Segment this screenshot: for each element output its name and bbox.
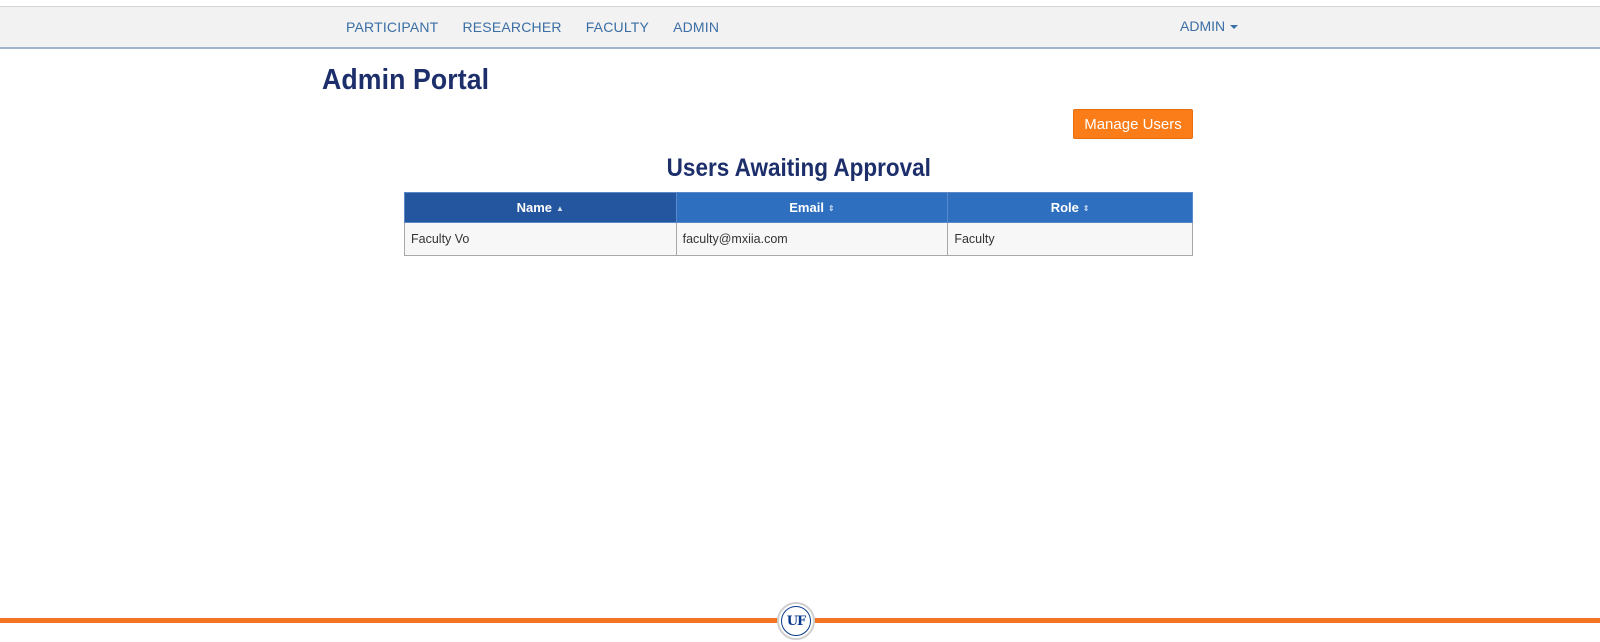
table-row[interactable]: Faculty Vo faculty@mxiia.com Faculty [404, 222, 1193, 256]
page-title: Admin Portal [322, 64, 490, 96]
column-header-role[interactable]: Role ⇕ [947, 192, 1193, 223]
column-header-role-label: Role [1050, 200, 1079, 215]
nav-link-researcher[interactable]: RESEARCHER [450, 7, 573, 48]
cell-name: Faculty Vo [404, 222, 677, 256]
table-header-row: Name ▲ Email ⇕ Role ⇕ [404, 192, 1193, 223]
cell-role: Faculty [947, 222, 1193, 256]
cell-email: faculty@mxiia.com [675, 222, 949, 256]
caret-down-icon [1230, 25, 1239, 29]
column-header-email-label: Email [789, 200, 824, 215]
nav-link-admin[interactable]: ADMIN [661, 7, 731, 48]
approval-table: Name ▲ Email ⇕ Role ⇕ Faculty Vo faculty@mx… [404, 192, 1193, 256]
manage-users-button[interactable]: Manage Users [1073, 109, 1193, 139]
top-navbar: PARTICIPANT RESEARCHER FACULTY ADMIN ADM… [0, 6, 1600, 49]
column-header-name[interactable]: Name ▲ [404, 192, 677, 223]
column-header-name-label: Name [516, 200, 553, 215]
nav-links: PARTICIPANT RESEARCHER FACULTY ADMIN [334, 7, 731, 48]
nav-link-participant[interactable]: PARTICIPANT [334, 7, 450, 48]
uf-logo: UF [777, 602, 815, 640]
sort-both-icon: ⇕ [827, 204, 835, 213]
sort-both-icon: ⇕ [1082, 204, 1090, 213]
user-menu-dropdown[interactable]: ADMIN [1180, 7, 1239, 45]
column-header-email[interactable]: Email ⇕ [675, 192, 949, 223]
user-menu-label: ADMIN [1180, 18, 1226, 34]
section-title-text: Users Awaiting Approval [666, 154, 931, 182]
uf-logo-mark: UF [781, 606, 811, 636]
section-title: Users Awaiting Approval [404, 154, 1193, 183]
nav-link-faculty[interactable]: FACULTY [574, 7, 661, 48]
sort-asc-icon: ▲ [556, 204, 564, 213]
